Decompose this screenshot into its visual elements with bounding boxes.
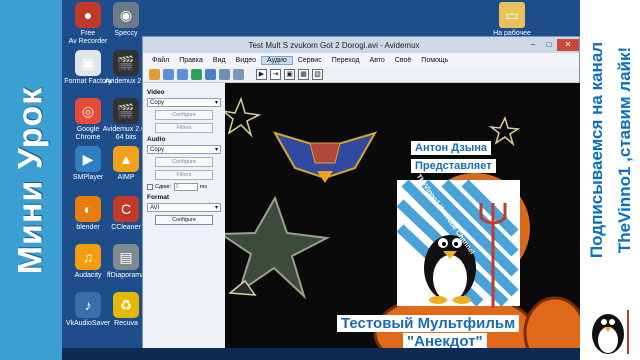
properties-icon[interactable]: [233, 69, 244, 80]
audio-configure-button[interactable]: Configure: [155, 157, 213, 167]
app-icon: 🎬: [113, 50, 139, 76]
maximize-button[interactable]: □: [541, 39, 557, 51]
save-as-icon[interactable]: [177, 69, 188, 80]
author-caption: Антон Дзына: [411, 141, 491, 155]
format-heading: Format: [147, 194, 170, 201]
audio-shift-row: Сдвиг: 0 ms: [147, 183, 221, 191]
format-configure-button[interactable]: Configure: [155, 215, 213, 225]
folder-icon: ▭: [499, 2, 525, 28]
spaceship-icon: [272, 131, 378, 183]
penguin-logo-icon: [592, 310, 629, 354]
video-only-icon[interactable]: ▶: [256, 69, 267, 80]
app-icon: ◉: [113, 2, 139, 28]
presents-caption: Представляет: [411, 159, 496, 173]
menu-auto[interactable]: Авто: [365, 57, 390, 64]
video-heading: Video: [147, 89, 165, 96]
avidemux-window: Test Mult S zvukom Got 2 Dorogi.avi - Av…: [142, 36, 580, 348]
shift-unit: ms: [199, 184, 208, 190]
app-icon: ▣: [75, 50, 101, 76]
menu-video[interactable]: Видео: [231, 57, 261, 64]
app-icon: ▶: [75, 146, 101, 172]
shift-checkbox[interactable]: [147, 184, 153, 190]
format-select[interactable]: AVI: [147, 203, 221, 212]
audio-mode-icon[interactable]: ▧: [312, 69, 323, 80]
window-title: Test Mult S zvukom Got 2 Dorogi.avi - Av…: [248, 40, 420, 50]
info-icon[interactable]: [191, 69, 202, 80]
cartoon-subtitle: "Анекдот": [403, 333, 487, 348]
menu-help[interactable]: Помощь: [416, 57, 453, 64]
app-icon: ▲: [113, 146, 139, 172]
minimize-button[interactable]: –: [525, 39, 541, 51]
cartoon-frame: [225, 96, 580, 348]
right-banner: Подписываемся на канал TheVinno1 ,ставим…: [580, 0, 640, 360]
video-preview: Антон Дзына Представляет TheVinno1 YouTu…: [225, 83, 580, 348]
menu-view[interactable]: Вид: [208, 57, 231, 64]
menu-go[interactable]: Переход: [327, 57, 365, 64]
app-icon: C: [113, 196, 139, 222]
app-icon: ♫: [75, 244, 101, 270]
window-titlebar[interactable]: Test Mult S zvukom Got 2 Dorogi.avi - Av…: [143, 37, 579, 53]
output-mode-icon[interactable]: ▦: [298, 69, 309, 80]
menu-tools[interactable]: Сервис: [293, 57, 327, 64]
left-banner: Мини Урок: [0, 0, 62, 360]
app-icon: ♻: [113, 292, 139, 318]
audio-filters-button[interactable]: Filters: [155, 170, 213, 180]
left-banner-text: Мини Урок: [11, 86, 50, 274]
toolbar: ▶ ⇥ ▣ ▦ ▧: [143, 67, 579, 83]
close-button[interactable]: ✕: [557, 39, 579, 51]
shift-input[interactable]: 0: [173, 183, 198, 191]
video-filters-button[interactable]: Filters: [155, 123, 213, 133]
settings-panel: Video Copy Configure Filters Audio Copy …: [143, 83, 225, 348]
right-banner-line1: Подписываемся на канал: [587, 41, 606, 259]
audio-heading: Audio: [147, 136, 166, 143]
preview-mode-icon[interactable]: ▣: [284, 69, 295, 80]
menu-custom[interactable]: Своё: [390, 57, 416, 64]
open-icon[interactable]: [149, 69, 160, 80]
app-icon: ♪: [75, 292, 101, 318]
film-icon[interactable]: [219, 69, 230, 80]
app-icon: ●: [75, 2, 101, 28]
taskbar[interactable]: [62, 348, 580, 360]
save-icon[interactable]: [163, 69, 174, 80]
menu-bar: Файл Правка Вид Видео Аудио Сервис Перех…: [143, 53, 579, 67]
video-codec-select[interactable]: Copy: [147, 98, 221, 107]
menu-edit[interactable]: Правка: [174, 57, 208, 64]
step-forward-icon[interactable]: ⇥: [270, 69, 281, 80]
video-output-icon[interactable]: [205, 69, 216, 80]
app-icon: 🎬: [113, 98, 139, 124]
shift-label: Сдвиг:: [155, 184, 172, 190]
menu-file[interactable]: Файл: [147, 57, 174, 64]
app-icon: ▤: [113, 244, 139, 270]
cartoon-title: Тестовый Мультфильм: [337, 315, 520, 332]
audio-codec-select[interactable]: Copy: [147, 145, 221, 154]
right-banner-line2: TheVinno1 ,ставим лайк!: [615, 46, 634, 254]
menu-audio[interactable]: Аудио: [261, 55, 293, 65]
app-icon: ◐: [75, 196, 101, 222]
desktop-icon-1[interactable]: ◉ Speccy: [102, 2, 150, 38]
app-icon: ◎: [75, 98, 101, 124]
video-configure-button[interactable]: Configure: [155, 110, 213, 120]
